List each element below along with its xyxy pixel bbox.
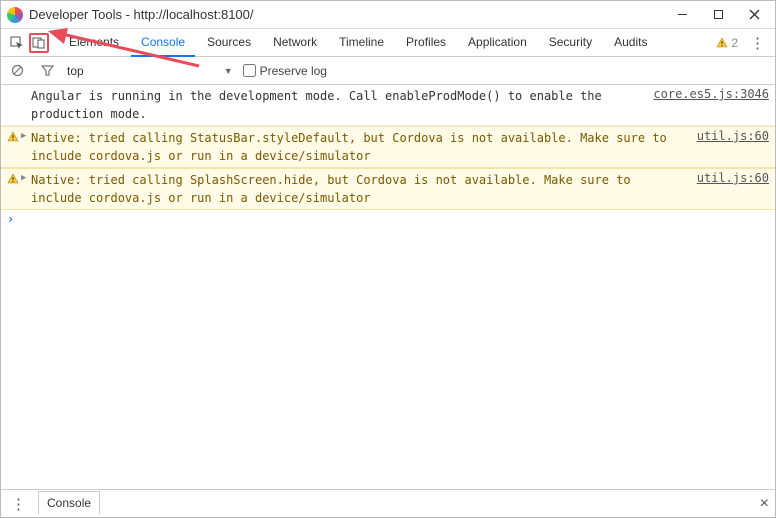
tab-console[interactable]: Console [131, 29, 195, 57]
console-input[interactable] [20, 212, 769, 226]
devtools-logo-icon [7, 7, 23, 23]
device-toolbar-icon[interactable] [29, 33, 49, 53]
prompt-caret-icon: › [7, 212, 14, 226]
console-prompt[interactable]: › [1, 210, 775, 228]
settings-menu-icon[interactable]: ⋮ [746, 34, 769, 52]
message-gutter [7, 87, 31, 123]
console-message: ▶ Native: tried calling StatusBar.styleDe… [1, 126, 775, 168]
tab-application[interactable]: Application [458, 29, 537, 57]
context-label: top [67, 64, 84, 78]
message-gutter: ▶ [7, 171, 31, 207]
warning-icon [7, 131, 19, 143]
tab-elements[interactable]: Elements [59, 29, 129, 57]
chevron-down-icon: ▼ [224, 66, 233, 76]
inspect-element-icon[interactable] [7, 33, 27, 53]
expand-icon[interactable]: ▶ [21, 173, 26, 183]
tab-security[interactable]: Security [539, 29, 602, 57]
drawer-close-icon[interactable]: × [760, 495, 769, 513]
titlebar: Developer Tools - http://localhost:8100/ [1, 1, 775, 29]
expand-icon[interactable]: ▶ [21, 131, 26, 141]
message-text: Native: tried calling SplashScreen.hide,… [31, 171, 687, 207]
window-title: Developer Tools - http://localhost:8100/ [29, 7, 254, 22]
drawer: ⋮ Console × [1, 489, 775, 517]
maximize-button[interactable] [703, 3, 733, 27]
preserve-log-checkbox[interactable]: Preserve log [243, 64, 327, 78]
message-text: Angular is running in the development mo… [31, 87, 643, 123]
context-selector[interactable]: top ▼ [67, 64, 233, 78]
preserve-log-label: Preserve log [260, 64, 327, 78]
minimize-button[interactable] [667, 3, 697, 27]
tab-sources[interactable]: Sources [197, 29, 261, 57]
console-body: Angular is running in the development mo… [1, 85, 775, 489]
warning-icon [716, 37, 728, 49]
tab-profiles[interactable]: Profiles [396, 29, 456, 57]
message-gutter: ▶ [7, 129, 31, 165]
message-source-link[interactable]: util.js:60 [687, 171, 769, 207]
message-source-link[interactable]: util.js:60 [687, 129, 769, 165]
console-message: Angular is running in the development mo… [1, 85, 775, 126]
message-source-link[interactable]: core.es5.js:3046 [643, 87, 769, 123]
toolbar: ElementsConsoleSourcesNetworkTimelinePro… [1, 29, 775, 57]
clear-console-icon[interactable] [7, 61, 27, 81]
panel-tabs: ElementsConsoleSourcesNetworkTimelinePro… [59, 29, 657, 57]
tab-audits[interactable]: Audits [604, 29, 657, 57]
tab-network[interactable]: Network [263, 29, 327, 57]
warnings-count: 2 [731, 36, 738, 50]
close-button[interactable] [739, 3, 769, 27]
console-filter-bar: top ▼ Preserve log [1, 57, 775, 85]
warnings-indicator[interactable]: 2 [716, 36, 738, 50]
preserve-log-input[interactable] [243, 64, 256, 77]
filter-icon[interactable] [37, 61, 57, 81]
drawer-menu-icon[interactable]: ⋮ [7, 495, 30, 513]
console-message: ▶ Native: tried calling SplashScreen.hide… [1, 168, 775, 210]
warning-icon [7, 173, 19, 185]
message-text: Native: tried calling StatusBar.styleDef… [31, 129, 687, 165]
drawer-tab-console[interactable]: Console [38, 491, 100, 514]
tab-timeline[interactable]: Timeline [329, 29, 394, 57]
